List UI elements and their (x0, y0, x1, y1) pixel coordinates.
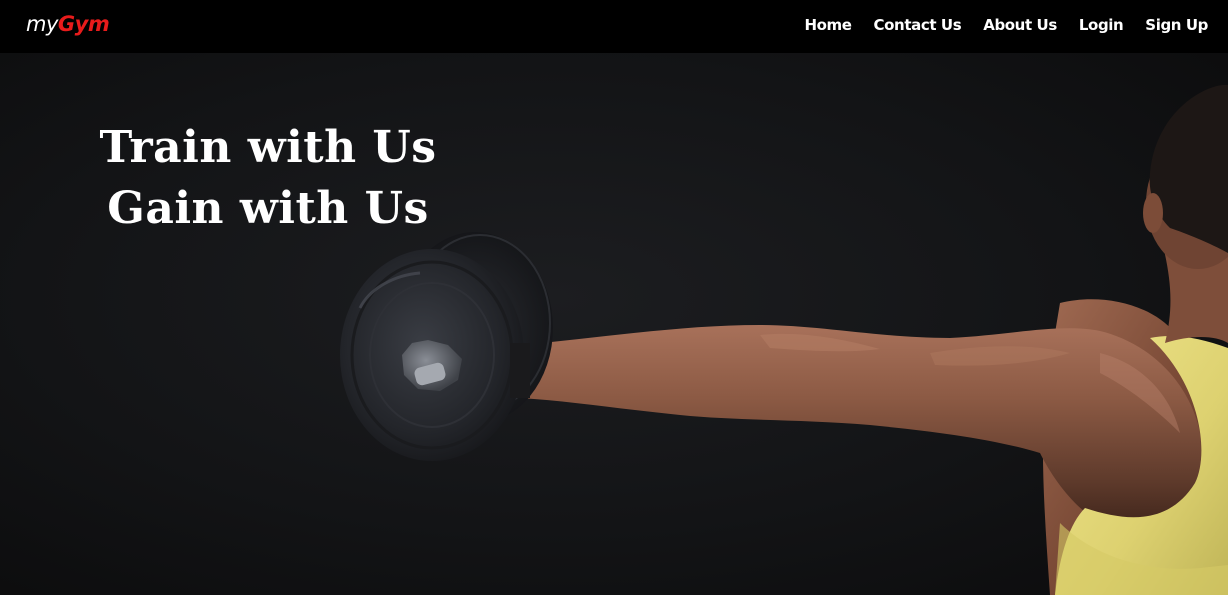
hero-headline-line-1: Train with Us (99, 122, 437, 173)
hero-headline-line-2: Gain with Us (107, 183, 429, 234)
nav-link-home[interactable]: Home (804, 16, 851, 34)
nav-link-about-us[interactable]: About Us (983, 16, 1057, 34)
nav-links: Home Contact Us About Us Login Sign Up (804, 0, 1208, 50)
brand-logo-prefix: my (26, 12, 58, 36)
arm-shape (520, 325, 1201, 534)
nav-link-login[interactable]: Login (1079, 16, 1124, 34)
hero-banner: Train with Us Gain with Us (0, 53, 1228, 595)
nav-link-contact-us[interactable]: Contact Us (874, 16, 962, 34)
nav-link-sign-up[interactable]: Sign Up (1145, 16, 1208, 34)
hero-headline: Train with Us Gain with Us (40, 117, 496, 239)
top-navbar: myGym Home Contact Us About Us Login Sig… (0, 0, 1228, 53)
brand-logo-accent: Gym (57, 12, 110, 36)
brand-logo[interactable]: myGym (26, 12, 110, 36)
